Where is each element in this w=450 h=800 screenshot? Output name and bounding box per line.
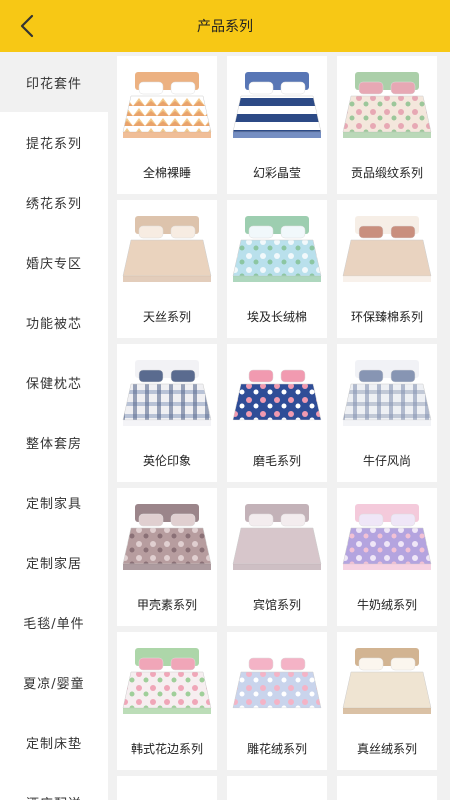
product-card[interactable]: 牛仔风尚	[337, 344, 437, 482]
product-image	[121, 498, 213, 576]
product-card[interactable]: 全棉裸睡	[117, 56, 217, 194]
product-card[interactable]: 埃及长绒棉	[227, 200, 327, 338]
product-card[interactable]	[227, 776, 327, 800]
product-label: 磨毛系列	[252, 454, 301, 468]
product-card[interactable]: 英伦印象	[117, 344, 217, 482]
sidebar-item[interactable]: 毛毯/单件	[0, 592, 108, 652]
product-label: 埃及长绒棉	[246, 310, 307, 324]
sidebar-item[interactable]: 酒店配送	[0, 772, 108, 800]
product-card[interactable]: 韩式花边系列	[117, 632, 217, 770]
sidebar-item[interactable]: 夏凉/婴童	[0, 652, 108, 712]
back-arrow-icon	[20, 14, 34, 38]
category-sidebar[interactable]: 印花套件 提花系列 绣花系列 婚庆专区 功能被芯 保健枕芯 整体套房 定制家具 定制家居 毛毯/单…	[0, 52, 108, 800]
product-card[interactable]: 宾馆系列	[227, 488, 327, 626]
product-image	[121, 210, 213, 288]
sidebar-item[interactable]: 定制家居	[0, 532, 108, 592]
product-label: 雕花绒系列	[246, 742, 307, 756]
product-image	[231, 498, 323, 576]
product-card[interactable]: 天丝系列	[117, 200, 217, 338]
sidebar-item[interactable]: 功能被芯	[0, 292, 108, 352]
product-label: 全棉裸睡	[142, 166, 191, 180]
product-label: 牛仔风尚	[362, 454, 411, 468]
product-image	[231, 642, 323, 720]
product-label: 英伦印象	[142, 454, 191, 468]
sidebar-item[interactable]: 定制床垫	[0, 712, 108, 772]
product-image	[121, 354, 213, 432]
product-image	[121, 642, 213, 720]
product-image	[231, 210, 323, 288]
product-label: 真丝绒系列	[356, 742, 417, 756]
back-button[interactable]	[14, 12, 40, 40]
product-image	[341, 66, 433, 144]
product-card[interactable]	[337, 776, 437, 800]
sidebar-item[interactable]: 整体套房	[0, 412, 108, 472]
sidebar-item[interactable]: 定制家具	[0, 472, 108, 532]
product-grid: 全棉裸睡 幻彩晶莹 贡品缎纹系列 天丝系列 埃及长绒棉 环保臻棉系列 英伦印象 …	[117, 56, 450, 800]
product-image	[341, 642, 433, 720]
sidebar-item[interactable]: 印花套件	[0, 52, 108, 112]
product-card[interactable]: 贡品缎纹系列	[337, 56, 437, 194]
sidebar-item[interactable]: 保健枕芯	[0, 352, 108, 412]
product-image	[231, 66, 323, 144]
product-label: 韩式花边系列	[130, 742, 203, 756]
product-image	[341, 354, 433, 432]
page-title: 产品系列	[197, 19, 253, 35]
product-label: 牛奶绒系列	[356, 598, 417, 612]
sidebar-item[interactable]: 提花系列	[0, 112, 108, 172]
product-card[interactable]: 幻彩晶莹	[227, 56, 327, 194]
product-image	[231, 354, 323, 432]
product-label: 甲壳素系列	[136, 598, 197, 612]
product-grid-panel[interactable]: 全棉裸睡 幻彩晶莹 贡品缎纹系列 天丝系列 埃及长绒棉 环保臻棉系列 英伦印象 …	[108, 52, 450, 800]
product-label: 天丝系列	[142, 310, 191, 324]
app-header: 产品系列	[0, 0, 450, 52]
product-card[interactable]: 磨毛系列	[227, 344, 327, 482]
product-card[interactable]: 雕花绒系列	[227, 632, 327, 770]
product-card[interactable]: 牛奶绒系列	[337, 488, 437, 626]
product-label: 幻彩晶莹	[252, 166, 301, 180]
product-label: 贡品缎纹系列	[350, 166, 423, 180]
product-image	[121, 66, 213, 144]
product-label: 宾馆系列	[252, 598, 301, 612]
product-card[interactable]	[117, 776, 217, 800]
product-image	[341, 210, 433, 288]
sidebar-item[interactable]: 绣花系列	[0, 172, 108, 232]
product-card[interactable]: 真丝绒系列	[337, 632, 437, 770]
sidebar-item[interactable]: 婚庆专区	[0, 232, 108, 292]
product-label: 环保臻棉系列	[350, 310, 423, 324]
product-card[interactable]: 环保臻棉系列	[337, 200, 437, 338]
product-card[interactable]: 甲壳素系列	[117, 488, 217, 626]
product-image	[341, 498, 433, 576]
